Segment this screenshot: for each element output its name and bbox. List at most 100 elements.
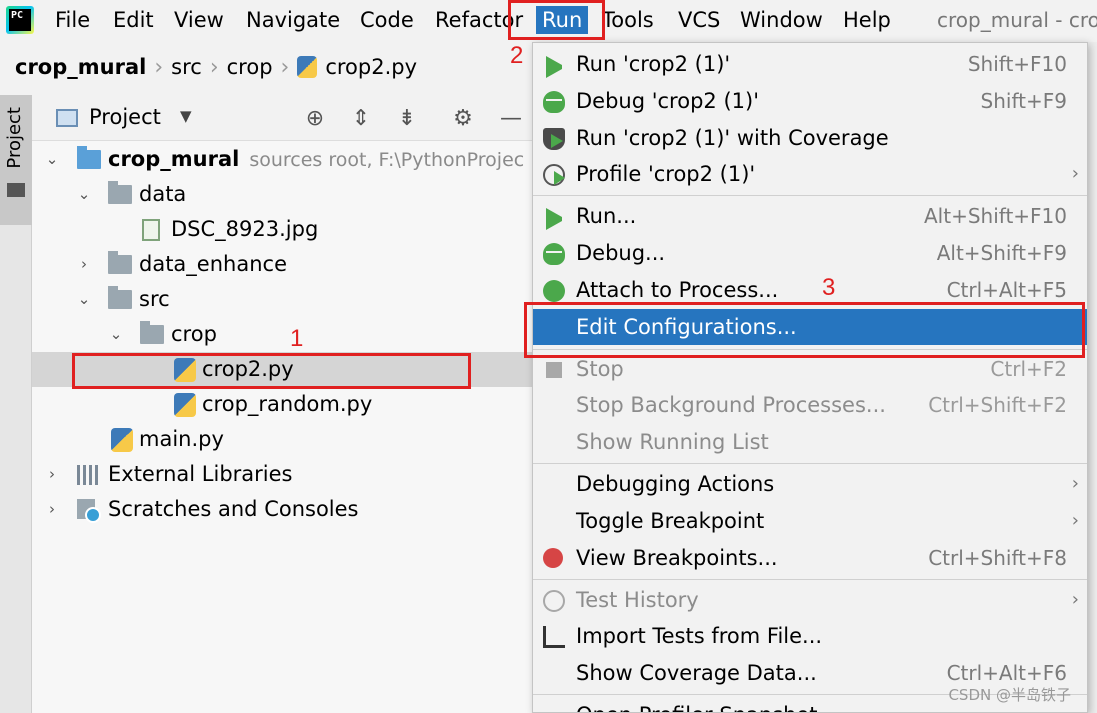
library-icon bbox=[77, 465, 101, 485]
tree-node-image-file[interactable]: DSC_8923.jpg bbox=[32, 212, 532, 247]
tree-label: crop bbox=[171, 322, 217, 346]
tree-node-crop-random-py[interactable]: crop_random.py bbox=[32, 387, 532, 422]
annotation-number-1: 1 bbox=[290, 325, 304, 352]
coverage-icon bbox=[543, 128, 565, 150]
folder-icon bbox=[108, 251, 132, 274]
tree-label: crop_random.py bbox=[202, 392, 373, 416]
chevron-right-icon[interactable]: › bbox=[44, 492, 60, 527]
breadcrumb: crop_mural › src › crop › crop2.py bbox=[0, 42, 540, 92]
menu-item-label: Test History bbox=[576, 588, 699, 612]
menu-item-run-dialog[interactable]: Run... Alt+Shift+F10 bbox=[533, 198, 1087, 234]
menu-navigate[interactable]: Navigate bbox=[246, 6, 340, 34]
breadcrumb-project[interactable]: crop_mural bbox=[15, 55, 146, 79]
chevron-down-icon[interactable]: ⌄ bbox=[108, 317, 124, 352]
folder-icon bbox=[108, 286, 132, 309]
folder-icon bbox=[108, 181, 132, 204]
menu-item-run-with-coverage[interactable]: Run 'crop2 (1)' with Coverage bbox=[533, 120, 1087, 156]
menu-separator bbox=[533, 579, 1087, 580]
gear-icon[interactable]: ⚙ bbox=[448, 104, 478, 134]
window-title: crop_mural - cro bbox=[937, 8, 1097, 32]
menu-item-import-tests[interactable]: Import Tests from File... bbox=[533, 618, 1087, 654]
tree-label: External Libraries bbox=[108, 462, 293, 486]
menu-item-stop-background[interactable]: Stop Background Processes... Ctrl+Shift+… bbox=[533, 387, 1087, 423]
menu-item-label: Run... bbox=[576, 204, 637, 228]
python-file-icon bbox=[297, 56, 318, 78]
collapse-all-icon[interactable]: ⇟ bbox=[392, 104, 422, 134]
menu-item-label: Profile 'crop2 (1)' bbox=[576, 162, 756, 186]
profile-icon bbox=[543, 164, 565, 186]
menu-item-shortcut: Shift+F10 bbox=[967, 52, 1067, 76]
annotation-box-2 bbox=[508, 0, 605, 40]
menu-edit[interactable]: Edit bbox=[113, 6, 154, 34]
tree-label: Scratches and Consoles bbox=[108, 497, 359, 521]
menu-tools[interactable]: Tools bbox=[602, 6, 654, 34]
menu-item-run-config[interactable]: Run 'crop2 (1)' Shift+F10 bbox=[533, 46, 1087, 82]
debug-bug-icon bbox=[543, 91, 565, 113]
chevron-right-icon: › bbox=[209, 54, 219, 80]
breadcrumb-file[interactable]: crop2.py bbox=[325, 55, 417, 79]
menu-item-label: Show Coverage Data... bbox=[576, 661, 817, 685]
chevron-right-icon: › bbox=[154, 54, 164, 80]
tree-node-src[interactable]: ⌄ src bbox=[32, 282, 532, 317]
chevron-down-icon[interactable]: ⌄ bbox=[76, 282, 92, 317]
tree-label: data bbox=[139, 182, 187, 206]
chevron-down-icon[interactable]: ⌄ bbox=[76, 177, 92, 212]
python-file-icon bbox=[111, 428, 133, 452]
chevron-right-icon: › bbox=[280, 54, 290, 80]
debug-bug-icon bbox=[543, 243, 565, 265]
menu-item-label: Import Tests from File... bbox=[576, 624, 823, 648]
project-view-icon bbox=[56, 109, 78, 127]
menu-item-test-history[interactable]: Test History › bbox=[533, 582, 1087, 618]
folder-icon bbox=[140, 321, 164, 344]
menu-separator bbox=[533, 195, 1087, 196]
chevron-right-icon[interactable]: › bbox=[44, 457, 60, 492]
chevron-down-icon[interactable]: ▼ bbox=[180, 107, 192, 125]
menu-file[interactable]: File bbox=[55, 6, 90, 34]
attach-process-icon bbox=[543, 280, 565, 302]
menu-item-profile-config[interactable]: Profile 'crop2 (1)' › bbox=[533, 156, 1087, 192]
pycharm-logo-icon[interactable]: PC bbox=[6, 6, 34, 34]
tree-node-data-enhance[interactable]: › data_enhance bbox=[32, 247, 532, 282]
expand-all-icon[interactable]: ⇕ bbox=[346, 104, 376, 134]
import-icon bbox=[543, 626, 565, 648]
breadcrumb-src[interactable]: src bbox=[171, 55, 202, 79]
tree-node-scratches[interactable]: › Scratches and Consoles bbox=[32, 492, 532, 527]
menu-item-shortcut: Ctrl+Shift+F2 bbox=[928, 393, 1067, 417]
menu-item-toggle-breakpoint[interactable]: Toggle Breakpoint › bbox=[533, 503, 1087, 539]
menu-item-debug-config[interactable]: Debug 'crop2 (1)' Shift+F9 bbox=[533, 83, 1087, 119]
tree-label: data_enhance bbox=[139, 252, 287, 276]
menu-code[interactable]: Code bbox=[360, 6, 414, 34]
chevron-right-icon: › bbox=[1071, 510, 1079, 531]
menu-window[interactable]: Window bbox=[740, 6, 823, 34]
menu-view[interactable]: View bbox=[174, 6, 224, 34]
tree-node-crop[interactable]: ⌄ crop bbox=[32, 317, 532, 352]
clock-icon bbox=[543, 590, 565, 612]
annotation-box-3 bbox=[524, 302, 1085, 358]
tree-node-data[interactable]: ⌄ data bbox=[32, 177, 532, 212]
tree-node-main-py[interactable]: main.py bbox=[32, 422, 532, 457]
tree-node-project-root[interactable]: ⌄ crop_mural sources root, F:\PythonProje… bbox=[32, 142, 532, 177]
menu-item-debugging-actions[interactable]: Debugging Actions › bbox=[533, 466, 1087, 502]
menu-vcs[interactable]: VCS bbox=[678, 6, 720, 34]
menu-item-view-breakpoints[interactable]: View Breakpoints... Ctrl+Shift+F8 bbox=[533, 540, 1087, 576]
minimize-icon[interactable]: — bbox=[496, 104, 526, 134]
folder-icon bbox=[7, 183, 25, 197]
menu-item-debug-dialog[interactable]: Debug... Alt+Shift+F9 bbox=[533, 235, 1087, 271]
project-panel-title[interactable]: Project bbox=[89, 105, 161, 129]
breadcrumb-crop[interactable]: crop bbox=[227, 55, 273, 79]
menu-item-label: Debug 'crop2 (1)' bbox=[576, 89, 759, 113]
chevron-down-icon[interactable]: ⌄ bbox=[44, 142, 60, 177]
chevron-right-icon[interactable]: › bbox=[76, 247, 92, 282]
project-tool-tab[interactable]: Project bbox=[0, 95, 32, 225]
tree-hint: sources root, F:\PythonProjec bbox=[249, 149, 525, 171]
menu-item-show-running-list[interactable]: Show Running List bbox=[533, 424, 1087, 460]
menu-separator bbox=[533, 463, 1087, 464]
project-panel-header: Project ▼ ⊕ ⇕ ⇟ ⚙ — bbox=[32, 97, 532, 141]
tree-label: crop_mural sources root, F:\PythonProjec bbox=[108, 147, 525, 171]
breakpoint-icon bbox=[543, 548, 563, 568]
menu-help[interactable]: Help bbox=[843, 6, 891, 34]
locate-icon[interactable]: ⊕ bbox=[300, 104, 330, 134]
tree-node-external-libraries[interactable]: › External Libraries bbox=[32, 457, 532, 492]
python-file-icon bbox=[174, 393, 196, 417]
menu-item-label: Stop Background Processes... bbox=[576, 393, 886, 417]
